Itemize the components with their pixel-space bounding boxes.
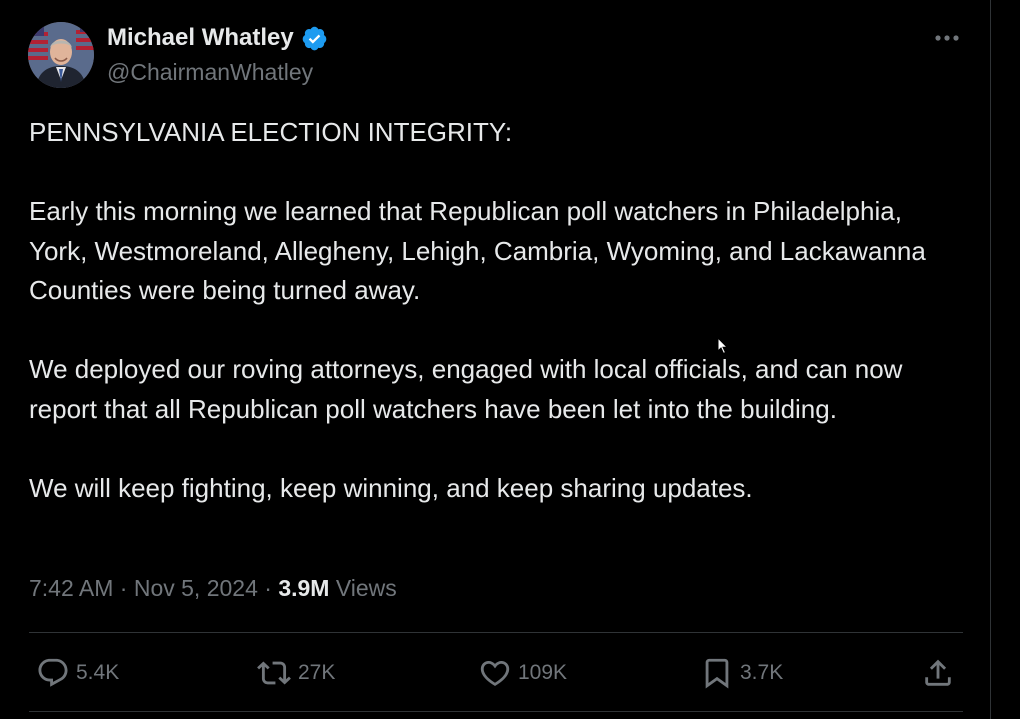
author-name[interactable]: Michael Whatley (107, 24, 328, 52)
meta-separator: · (257, 575, 279, 601)
repost-icon (257, 661, 291, 685)
bookmark-button[interactable]: 3.7K (700, 650, 783, 696)
tweet-date[interactable]: Nov 5, 2024 (134, 575, 258, 601)
share-button[interactable] (921, 650, 955, 696)
divider (29, 711, 963, 712)
tweet-time[interactable]: 7:42 AM (29, 575, 113, 601)
reply-icon (38, 658, 68, 687)
views-count[interactable]: 3.9M (278, 575, 329, 601)
more-options-button[interactable] (928, 24, 966, 52)
more-horizontal-icon (935, 35, 959, 41)
column-border (990, 0, 991, 719)
tweet-paragraph: We will keep fighting, keep winning, and… (29, 472, 753, 503)
verified-badge-icon[interactable] (301, 25, 328, 52)
bookmark-count: 3.7K (740, 661, 784, 684)
meta-separator: · (113, 575, 134, 601)
author-handle[interactable]: @ChairmanWhatley (107, 59, 313, 86)
heart-icon (480, 660, 510, 686)
author-avatar[interactable] (28, 22, 94, 88)
tweet-paragraph: We deployed our roving attorneys, engage… (29, 354, 903, 424)
mouse-cursor-icon (717, 337, 728, 355)
tweet-meta: 7:42 AM · Nov 5, 2024 · 3.9M Views (29, 575, 397, 602)
reply-count: 5.4K (76, 661, 120, 684)
repost-count: 27K (298, 661, 336, 684)
reply-button[interactable]: 5.4K (36, 650, 119, 696)
tweet-paragraph: PENNSYLVANIA ELECTION INTEGRITY: (29, 117, 513, 147)
author-name-text: Michael Whatley (107, 24, 294, 51)
views-label: Views (329, 575, 397, 601)
repost-button[interactable]: 27K (256, 650, 335, 696)
action-bar: 5.4K 27K 109K 3.7K (0, 650, 990, 696)
like-button[interactable]: 109K (478, 650, 567, 696)
avatar-image (28, 22, 94, 88)
tweet-text: PENNSYLVANIA ELECTION INTEGRITY: Early t… (29, 113, 959, 548)
bookmark-icon (705, 658, 729, 689)
tweet-paragraph: Early this morning we learned that Repub… (29, 196, 926, 305)
like-count: 109K (518, 661, 568, 684)
divider (29, 632, 963, 633)
share-icon (925, 659, 951, 686)
